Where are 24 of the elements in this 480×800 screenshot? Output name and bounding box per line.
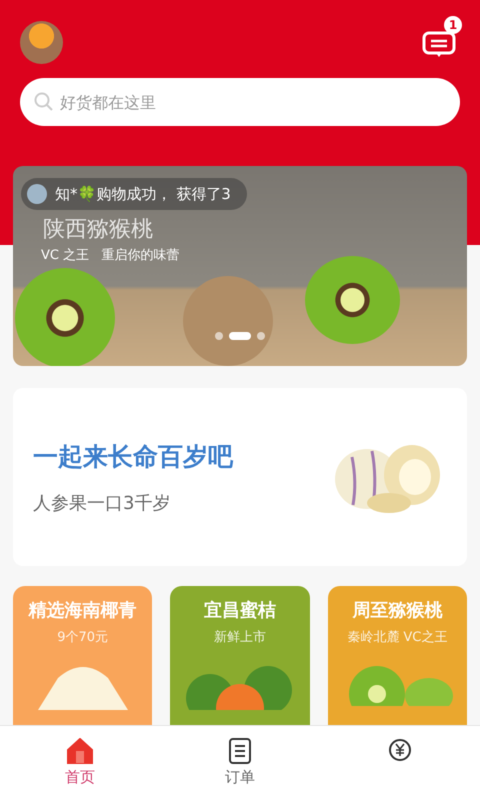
product-subtitle: 9个70元 xyxy=(57,629,108,646)
message-icon[interactable] xyxy=(422,29,458,59)
carousel-dot[interactable] xyxy=(257,332,265,340)
kiwi-banner-photo[interactable]: 知*🍀购物成功， 获得了3 陕西猕猴桃 VC 之王 重启你的味蕾 xyxy=(13,166,467,366)
product-title: 精选海南椰青 xyxy=(28,599,137,622)
yen-coin-icon xyxy=(387,738,413,764)
product-subtitle: 秦岭北麓 VC之王 xyxy=(347,629,448,646)
product-title: 周至猕猴桃 xyxy=(352,599,442,622)
home-icon xyxy=(66,738,94,764)
promo-card[interactable]: 一起来长命百岁吧 人参果一口3千岁 xyxy=(13,388,467,566)
banner-subtitle: VC 之王 重启你的味蕾 xyxy=(41,247,180,264)
document-icon xyxy=(228,738,252,764)
product-card[interactable]: 宜昌蜜桔 新鲜上市 xyxy=(170,586,310,726)
product-title: 宜昌蜜桔 xyxy=(204,599,276,622)
promo-title: 一起来长命百岁吧 xyxy=(33,440,233,472)
banner-title: 陕西猕猴桃 xyxy=(43,216,153,244)
purchase-notification: 知*🍀购物成功， 获得了3 xyxy=(21,178,247,210)
nav-tab[interactable]: 订单 xyxy=(160,726,320,800)
search-field[interactable]: 好货都在这里 xyxy=(20,78,460,126)
search-icon xyxy=(34,92,54,112)
promo-subtitle: 人参果一口3千岁 xyxy=(33,492,172,514)
carousel-dot[interactable] xyxy=(215,332,223,340)
product-subtitle: 新鲜上市 xyxy=(214,629,266,646)
nav-tab[interactable]: 首页 xyxy=(0,726,160,800)
